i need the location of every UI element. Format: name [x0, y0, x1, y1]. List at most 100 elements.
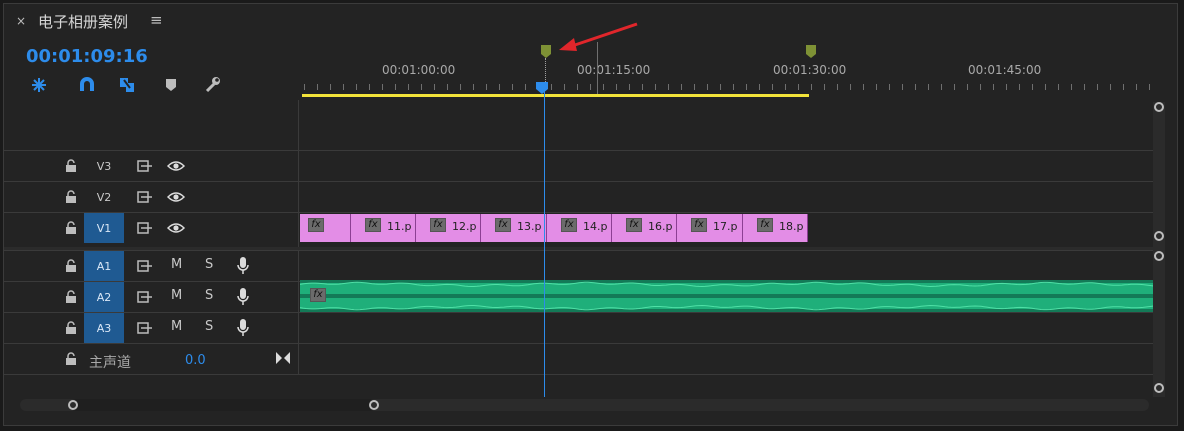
ruler-tick [720, 84, 721, 90]
microphone-icon[interactable] [237, 287, 249, 307]
sync-lock-icon[interactable] [137, 290, 153, 304]
linked-selection-icon[interactable] [116, 74, 138, 96]
scroll-handle-top[interactable] [1154, 102, 1164, 112]
video-clip[interactable]: fx 18.p [743, 214, 808, 242]
track-master: 主声道 0.0 [4, 343, 1155, 374]
ruler-tick [395, 84, 396, 90]
fx-badge-icon: fx [365, 218, 381, 232]
ruler-tick [837, 84, 838, 90]
mute-button[interactable]: M [171, 257, 182, 272]
lock-icon[interactable] [65, 221, 77, 235]
video-clip[interactable]: fx 13.p [481, 214, 547, 242]
playhead-handle[interactable] [536, 79, 548, 94]
eye-icon[interactable] [167, 159, 185, 173]
video-clip[interactable]: fx 16.p [612, 214, 677, 242]
solo-button[interactable]: S [205, 257, 213, 272]
playhead-line[interactable] [544, 90, 545, 397]
ruler-tick [759, 84, 760, 90]
eye-icon[interactable] [167, 221, 185, 235]
sequence-marker[interactable] [541, 44, 551, 58]
track-target-a1[interactable]: A1 [84, 251, 124, 281]
panel-menu-icon[interactable]: ≡ [150, 11, 163, 29]
master-volume-value[interactable]: 0.0 [185, 353, 206, 368]
fx-badge-icon: fx [310, 288, 326, 302]
track-target-v2[interactable]: V2 [84, 182, 124, 212]
ruler-tick [551, 84, 552, 90]
ruler-tick [733, 84, 734, 90]
ruler-label: 00:01:30:00 [773, 63, 847, 77]
track-target-a2[interactable]: A2 [84, 282, 124, 312]
work-area-bar[interactable] [302, 94, 809, 97]
sync-lock-icon[interactable] [137, 259, 153, 273]
ruler-label: 00:01:00:00 [382, 63, 456, 77]
lock-icon[interactable] [65, 259, 77, 273]
scroll-handle-bottom[interactable] [1154, 231, 1164, 241]
sync-lock-icon[interactable] [137, 159, 153, 173]
fx-badge-icon: fx [757, 218, 773, 232]
ruler-tick [642, 84, 643, 90]
ruler-tick [876, 84, 877, 90]
video-clip[interactable]: fx 17.p [677, 214, 743, 242]
fx-badge-icon: fx [495, 218, 511, 232]
ruler-tick [928, 84, 929, 90]
track-target-a3[interactable]: A3 [84, 313, 124, 343]
video-clip[interactable]: fx 11.p [351, 214, 416, 242]
lock-icon[interactable] [65, 352, 77, 366]
solo-button[interactable]: S [205, 319, 213, 334]
sequence-tab-title[interactable]: 电子相册案例 [38, 11, 128, 32]
scroll-handle-top[interactable] [1154, 251, 1164, 261]
ruler-tick [1149, 84, 1150, 90]
add-marker-icon[interactable] [160, 74, 182, 96]
fx-badge-icon: fx [308, 218, 324, 232]
eye-icon[interactable] [167, 190, 185, 204]
ruler-label: 00:01:15:00 [577, 63, 651, 77]
video-clip[interactable]: fx 12.p [416, 214, 481, 242]
ruler-tick [382, 84, 383, 90]
lock-icon[interactable] [65, 290, 77, 304]
sync-lock-icon[interactable] [137, 190, 153, 204]
lock-icon[interactable] [65, 159, 77, 173]
track-target-v3[interactable]: V3 [84, 151, 124, 181]
lock-icon[interactable] [65, 190, 77, 204]
ruler-tick [681, 84, 682, 90]
video-clip[interactable]: fx 14.p [547, 214, 612, 242]
audio-clip[interactable]: fx [300, 280, 1157, 312]
clip-label: 16.p [648, 220, 673, 233]
playhead-timecode[interactable]: 00:01:09:16 [26, 46, 148, 67]
sync-lock-icon[interactable] [137, 321, 153, 335]
lock-icon[interactable] [65, 321, 77, 335]
scroll-handle-left[interactable] [68, 400, 78, 410]
video-clip[interactable]: fx [300, 214, 351, 242]
ruler-tick [1019, 84, 1020, 90]
ruler-tick [1071, 84, 1072, 90]
mute-button[interactable]: M [171, 319, 182, 334]
close-icon[interactable]: × [16, 14, 26, 28]
time-ruler[interactable]: 00:01:00:00 00:01:15:00 00:01:30:00 00:0… [300, 38, 1160, 102]
track-target-v1[interactable]: V1 [84, 213, 124, 243]
sync-lock-icon[interactable] [137, 221, 153, 235]
scroll-handle-bottom[interactable] [1154, 383, 1164, 393]
clip-label: 12.p [452, 220, 477, 233]
ruler-tick [993, 84, 994, 90]
ruler-tick [590, 84, 591, 90]
ruler-tick [915, 84, 916, 90]
settings-wrench-icon[interactable] [202, 74, 224, 96]
snap-magnet-icon[interactable] [76, 74, 98, 96]
ruler-tick [343, 84, 344, 90]
go-to-ends-icon[interactable] [275, 351, 291, 365]
scroll-handle-right[interactable] [369, 400, 379, 410]
horizontal-scroll-thumb[interactable] [70, 399, 376, 411]
microphone-icon[interactable] [237, 256, 249, 276]
microphone-icon[interactable] [237, 318, 249, 338]
ruler-tick [616, 84, 617, 90]
vertical-zoom-scrollbar[interactable] [1153, 102, 1165, 397]
nest-tool-icon[interactable] [28, 74, 50, 96]
ruler-tick [577, 84, 578, 90]
mute-button[interactable]: M [171, 288, 182, 303]
horizontal-zoom-scrollbar[interactable] [20, 399, 1149, 411]
sequence-marker[interactable] [806, 44, 816, 58]
master-track-label: 主声道 [89, 355, 131, 371]
ruler-tick [746, 84, 747, 90]
solo-button[interactable]: S [205, 288, 213, 303]
ruler-tick [408, 84, 409, 90]
